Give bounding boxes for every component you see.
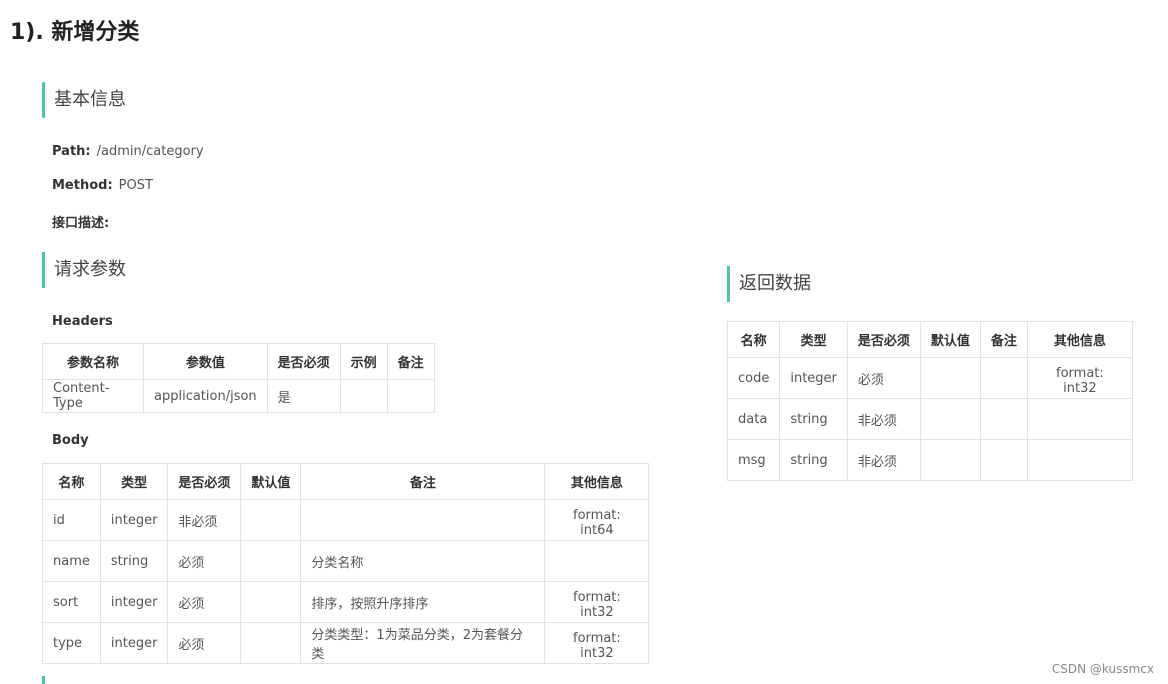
table-cell: 必须 bbox=[167, 622, 242, 664]
table-cell: format: int32 bbox=[544, 581, 650, 623]
next-section-marker bbox=[42, 676, 45, 684]
column-header: 备注 bbox=[386, 343, 435, 380]
table-cell bbox=[240, 499, 302, 541]
table-cell: 是 bbox=[266, 379, 341, 413]
column-header: 参数值 bbox=[143, 343, 268, 380]
table-cell bbox=[240, 581, 302, 623]
table-row: data string 非必须 bbox=[726, 398, 1133, 440]
path-row: Path: /admin/category bbox=[52, 144, 204, 159]
table-cell: 分类名称 bbox=[300, 540, 546, 582]
table-cell: 分类类型：1为菜品分类，2为套餐分类 bbox=[300, 622, 546, 664]
table-cell: id bbox=[42, 499, 101, 541]
headers-label: Headers bbox=[52, 314, 113, 329]
table-cell: 非必须 bbox=[167, 499, 242, 541]
column-header: 其他信息 bbox=[544, 463, 650, 500]
table-cell: msg bbox=[726, 439, 781, 481]
body-label: Body bbox=[52, 433, 89, 448]
column-header: 备注 bbox=[300, 463, 546, 500]
table-cell: format: int32 bbox=[544, 622, 650, 664]
table-cell bbox=[386, 379, 435, 413]
column-header: 类型 bbox=[779, 321, 848, 358]
table-cell bbox=[339, 379, 388, 413]
table-cell bbox=[240, 540, 302, 582]
table-cell: sort bbox=[42, 581, 101, 623]
table-cell bbox=[979, 357, 1028, 399]
table-cell bbox=[919, 357, 981, 399]
table-cell: application/json bbox=[143, 379, 268, 413]
table-cell bbox=[544, 540, 650, 582]
table-cell: 排序，按照升序排序 bbox=[300, 581, 546, 623]
table-cell: 必须 bbox=[846, 357, 921, 399]
table-row: msg string 非必须 bbox=[726, 439, 1133, 481]
table-cell: 必须 bbox=[167, 540, 242, 582]
table-cell: integer bbox=[99, 622, 169, 664]
column-header: 备注 bbox=[979, 321, 1028, 358]
table-cell bbox=[919, 398, 981, 440]
table-cell: type bbox=[42, 622, 101, 664]
table-row: name string 必须 分类名称 bbox=[42, 540, 650, 582]
table-cell bbox=[300, 499, 546, 541]
table-cell: string bbox=[779, 398, 848, 440]
table-cell: integer bbox=[99, 581, 169, 623]
column-header: 名称 bbox=[726, 321, 781, 358]
table-header-row: 参数名称 参数值 是否必须 示例 备注 bbox=[42, 343, 435, 380]
table-cell: Content-Type bbox=[42, 379, 144, 413]
table-cell: 非必须 bbox=[846, 398, 921, 440]
column-header: 参数名称 bbox=[42, 343, 144, 380]
table-cell: data bbox=[726, 398, 781, 440]
body-table: 名称 类型 是否必须 默认值 备注 其他信息 id integer 非必须 fo… bbox=[42, 463, 650, 664]
watermark: CSDN @kussmcx bbox=[1051, 662, 1154, 676]
section-request-params: 请求参数 bbox=[42, 252, 126, 288]
table-row: id integer 非必须 format: int64 bbox=[42, 499, 650, 541]
table-cell bbox=[979, 439, 1028, 481]
column-header: 是否必须 bbox=[167, 463, 242, 500]
table-row: sort integer 必须 排序，按照升序排序 format: int32 bbox=[42, 581, 650, 623]
path-label: Path: bbox=[52, 144, 91, 159]
column-header: 示例 bbox=[339, 343, 388, 380]
table-cell: integer bbox=[779, 357, 848, 399]
description-label: 接口描述: bbox=[52, 216, 110, 231]
table-cell: integer bbox=[99, 499, 169, 541]
response-table: 名称 类型 是否必须 默认值 备注 其他信息 code integer 必须 f… bbox=[726, 321, 1133, 481]
path-value: /admin/category bbox=[96, 144, 204, 159]
method-value: POST bbox=[118, 178, 153, 193]
table-cell: format: int32 bbox=[1026, 357, 1133, 399]
table-cell bbox=[1026, 439, 1133, 481]
column-header: 类型 bbox=[99, 463, 169, 500]
table-cell bbox=[919, 439, 981, 481]
column-header: 默认值 bbox=[919, 321, 981, 358]
table-row: code integer 必须 format: int32 bbox=[726, 357, 1133, 399]
table-cell: 非必须 bbox=[846, 439, 921, 481]
table-cell bbox=[240, 622, 302, 664]
method-label: Method: bbox=[52, 178, 113, 193]
page-title: 1). 新增分类 bbox=[10, 20, 140, 45]
table-cell: string bbox=[779, 439, 848, 481]
table-cell: format: int64 bbox=[544, 499, 650, 541]
section-response-data: 返回数据 bbox=[727, 266, 811, 302]
column-header: 是否必须 bbox=[266, 343, 341, 380]
table-cell bbox=[979, 398, 1028, 440]
column-header: 是否必须 bbox=[846, 321, 921, 358]
table-cell: string bbox=[99, 540, 169, 582]
column-header: 其他信息 bbox=[1026, 321, 1133, 358]
table-header-row: 名称 类型 是否必须 默认值 备注 其他信息 bbox=[42, 463, 650, 500]
table-cell: code bbox=[726, 357, 781, 399]
section-basic-info: 基本信息 bbox=[42, 82, 126, 118]
table-header-row: 名称 类型 是否必须 默认值 备注 其他信息 bbox=[726, 321, 1133, 358]
method-row: Method: POST bbox=[52, 178, 153, 193]
column-header: 名称 bbox=[42, 463, 101, 500]
description-row: 接口描述: bbox=[52, 212, 115, 231]
table-cell: 必须 bbox=[167, 581, 242, 623]
table-row: Content-Type application/json 是 bbox=[42, 379, 435, 413]
table-cell bbox=[1026, 398, 1133, 440]
column-header: 默认值 bbox=[240, 463, 302, 500]
table-cell: name bbox=[42, 540, 101, 582]
headers-table: 参数名称 参数值 是否必须 示例 备注 Content-Type applica… bbox=[42, 343, 435, 413]
table-row: type integer 必须 分类类型：1为菜品分类，2为套餐分类 forma… bbox=[42, 622, 650, 664]
